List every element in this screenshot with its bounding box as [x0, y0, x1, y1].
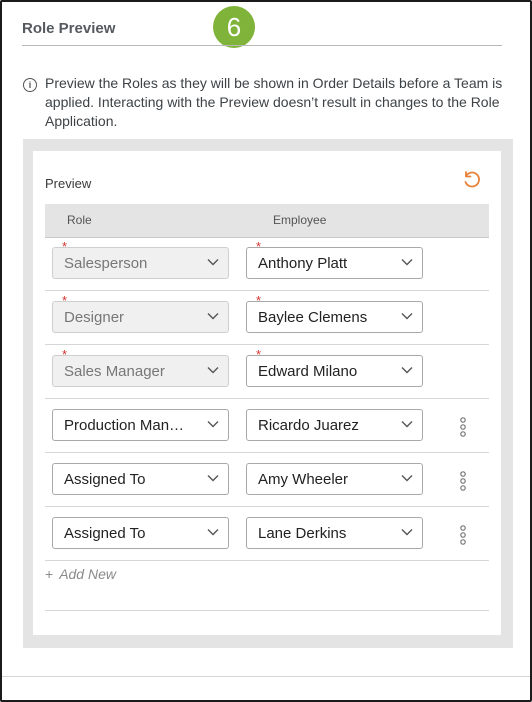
divider [2, 676, 530, 677]
table-row: * Designer * Baylee Clemens [45, 291, 489, 345]
chevron-down-icon [401, 421, 413, 428]
required-marker: * [62, 239, 68, 254]
employee-value: Baylee Clemens [258, 309, 368, 326]
employee-value: Lane Derkins [258, 525, 347, 542]
chevron-down-icon [207, 421, 219, 428]
column-header-role: Role [67, 213, 92, 227]
chevron-down-icon [207, 475, 219, 482]
role-value: Sales Manager [64, 363, 165, 380]
chevron-down-icon [207, 529, 219, 536]
more-vertical-icon[interactable] [457, 417, 469, 437]
preview-panel: Preview Role Employee * Salesperson * Antho… [23, 139, 513, 648]
chevron-down-icon [401, 313, 413, 320]
section-divider [22, 45, 502, 46]
role-value: Production Man… [64, 417, 185, 434]
role-value: Assigned To [64, 525, 146, 542]
employee-value: Anthony Platt [258, 255, 348, 272]
required-marker: * [256, 293, 262, 308]
info-circle-icon: i [23, 78, 37, 92]
employee-select[interactable]: Ricardo Juarez [246, 409, 423, 441]
employee-select[interactable]: * Baylee Clemens [246, 294, 423, 333]
chevron-down-icon [207, 313, 219, 320]
plus-icon: + [45, 566, 54, 582]
refresh-icon[interactable] [461, 169, 483, 191]
chevron-down-icon [401, 367, 413, 374]
role-select: * Designer [52, 294, 229, 333]
employee-select[interactable]: Amy Wheeler [246, 463, 423, 495]
employee-value: Ricardo Juarez [258, 417, 359, 434]
employee-select[interactable]: * Anthony Platt [246, 240, 423, 279]
more-vertical-icon[interactable] [457, 525, 469, 545]
table-row: Production Man… Ricardo Juarez [45, 399, 489, 453]
add-new-label: Add New [59, 566, 116, 582]
chevron-down-icon [401, 529, 413, 536]
table-row: Assigned To Amy Wheeler [45, 453, 489, 507]
chevron-down-icon [401, 259, 413, 266]
role-value: Salesperson [64, 255, 148, 272]
required-marker: * [256, 239, 262, 254]
role-select[interactable]: Assigned To [52, 517, 229, 549]
step-badge: 6 [213, 6, 255, 48]
column-header-employee: Employee [273, 213, 327, 227]
more-vertical-icon[interactable] [457, 471, 469, 491]
employee-value: Edward Milano [258, 363, 358, 380]
role-select: * Salesperson [52, 240, 229, 279]
chevron-down-icon [401, 475, 413, 482]
divider [45, 610, 489, 611]
required-marker: * [62, 293, 68, 308]
table-row: * Salesperson * Anthony Platt [45, 237, 489, 291]
table-header: Role Employee [45, 204, 489, 238]
role-select[interactable]: Assigned To [52, 463, 229, 495]
employee-value: Amy Wheeler [258, 471, 349, 488]
role-value: Designer [64, 309, 125, 326]
required-marker: * [256, 347, 262, 362]
info-text: Preview the Roles as they will be shown … [45, 75, 503, 129]
preview-card: Preview Role Employee * Salesperson * Antho… [33, 151, 501, 635]
chevron-down-icon [207, 259, 219, 266]
role-value: Assigned To [64, 471, 146, 488]
table-row: * Sales Manager * Edward Milano [45, 345, 489, 399]
chevron-down-icon [207, 367, 219, 374]
add-new-button[interactable]: + Add New [45, 566, 116, 582]
required-marker: * [62, 347, 68, 362]
preview-label: Preview [45, 176, 92, 191]
table-row: Assigned To Lane Derkins [45, 507, 489, 561]
employee-select[interactable]: Lane Derkins [246, 517, 423, 549]
role-select: * Sales Manager [52, 348, 229, 387]
role-select[interactable]: Production Man… [52, 409, 229, 441]
employee-select[interactable]: * Edward Milano [246, 348, 423, 387]
section-title: Role Preview [22, 20, 116, 37]
